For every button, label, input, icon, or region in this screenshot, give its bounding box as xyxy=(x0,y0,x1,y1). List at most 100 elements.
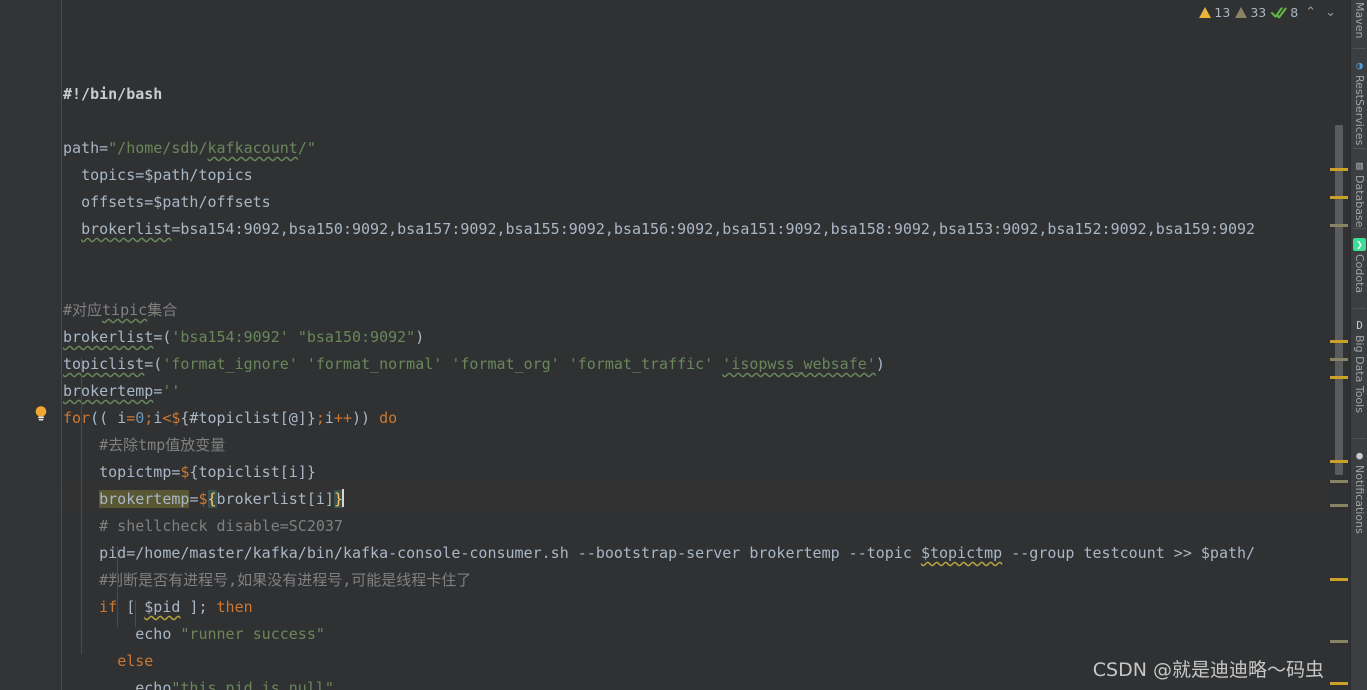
error-stripe-mark[interactable] xyxy=(1330,504,1348,507)
code-token: =( xyxy=(144,355,163,373)
error-stripe-mark[interactable] xyxy=(1330,358,1348,361)
sidebar-item-label: Notifications xyxy=(1353,465,1366,534)
code-line[interactable]: for(( i=0;i<${#topiclist[@]};i++)) do xyxy=(63,405,1350,432)
error-stripe-mark[interactable] xyxy=(1330,376,1348,379)
sidebar-item-database[interactable]: ▥ Database xyxy=(1351,158,1367,228)
sidebar-item-label: RestServices xyxy=(1353,75,1366,146)
code-token: #去除tmp值放变量 xyxy=(99,436,226,454)
code-line[interactable]: brokerlist=bsa154:9092,bsa150:9092,bsa15… xyxy=(63,216,1350,243)
right-tool-sidebar[interactable]: Maven ◑ RestServices ▥ Database ❯ Codota D Big D… xyxy=(1350,0,1367,690)
database-icon: ▥ xyxy=(1356,158,1363,172)
code-line[interactable]: topiclist=('format_ignore' 'format_norma… xyxy=(63,351,1350,378)
code-token: /" xyxy=(297,139,316,157)
sidebar-item-label: Database xyxy=(1353,175,1366,228)
error-stripe-mark[interactable] xyxy=(1330,460,1348,463)
code-line[interactable]: topictmp=${topiclist[i]} xyxy=(63,459,1350,486)
weak-warning-triangle-icon xyxy=(1235,6,1248,18)
code-token: 集合 xyxy=(147,301,178,319)
code-token: pid xyxy=(99,544,127,562)
inspection-widget[interactable]: 13 33 8 ⌃ ⌄ xyxy=(1197,0,1340,24)
code-token: $pid xyxy=(144,598,181,616)
code-line[interactable] xyxy=(63,108,1350,135)
indent-guide xyxy=(135,600,137,627)
code-line[interactable]: topics=$path/topics xyxy=(63,162,1350,189)
error-stripe-mark[interactable] xyxy=(1330,224,1348,227)
code-token: $ xyxy=(198,490,208,508)
code-token: #判断是否有进程号,如果没有进程号,可能是线程卡住了 xyxy=(99,571,472,589)
code-line[interactable]: offsets=$path/offsets xyxy=(63,189,1350,216)
ide-window: #!/bin/bash path="/home/sdb/kafkacount/" … xyxy=(0,0,1367,690)
chevron-up-icon[interactable]: ⌃ xyxy=(1303,5,1318,20)
code-line[interactable]: brokerlist=('bsa154:9092' "bsa150:9092") xyxy=(63,324,1350,351)
sidebar-item-codota[interactable]: ❯ Codota xyxy=(1351,238,1367,293)
error-stripe-column[interactable] xyxy=(1328,0,1350,690)
code-token: = xyxy=(99,139,109,157)
sidebar-item-big-data-tools[interactable]: D Big Data Tools xyxy=(1351,318,1367,413)
editor-gutter[interactable] xyxy=(0,0,62,690)
error-stripe-mark[interactable] xyxy=(1330,682,1348,685)
error-stripe-mark[interactable] xyxy=(1330,340,1348,343)
code-content[interactable]: #!/bin/bash path="/home/sdb/kafkacount/" … xyxy=(63,0,1350,690)
code-line[interactable]: if [ $pid ]; then xyxy=(63,594,1350,621)
error-stripe-mark[interactable] xyxy=(1330,578,1348,581)
sidebar-item-maven[interactable]: Maven xyxy=(1351,2,1367,38)
notifications-icon: ● xyxy=(1356,448,1363,462)
code-token: tipic xyxy=(102,301,148,319)
code-token: 'format_traffic' xyxy=(568,355,714,373)
code-token: ++ xyxy=(333,409,352,427)
code-token: then xyxy=(216,598,253,616)
code-line[interactable]: brokertemp=${brokerlist[i]} xyxy=(63,486,1350,513)
code-token: [ xyxy=(117,598,145,616)
warning-triangle-icon xyxy=(1199,6,1212,18)
code-token: echo xyxy=(135,625,172,643)
error-stripe-mark[interactable] xyxy=(1330,196,1348,199)
code-line[interactable]: pid=/home/master/kafka/bin/kafka-console… xyxy=(63,540,1350,567)
editor-scrollbar-thumb[interactable] xyxy=(1335,125,1343,475)
code-line[interactable]: echo "runner success" xyxy=(63,621,1350,648)
code-lines[interactable]: #!/bin/bash path="/home/sdb/kafkacount/" … xyxy=(63,81,1350,690)
code-line[interactable]: # shellcheck disable=SC2037 xyxy=(63,513,1350,540)
code-token: )) xyxy=(352,409,380,427)
code-line[interactable]: brokertemp='' xyxy=(63,378,1350,405)
code-token: $topictmp xyxy=(920,544,1003,562)
error-stripe-mark[interactable] xyxy=(1330,640,1348,643)
watermark-text: CSDN @就是迪迪略～码虫 xyxy=(1092,659,1324,681)
code-token: 'bsa154:9092' xyxy=(171,328,289,346)
intention-bulb-icon[interactable] xyxy=(33,405,49,423)
code-line[interactable]: #去除tmp值放变量 xyxy=(63,432,1350,459)
warning-count: 13 xyxy=(1214,4,1231,20)
code-token: #!/bin/bash xyxy=(63,85,163,103)
code-line[interactable] xyxy=(63,270,1350,297)
error-stripe-mark[interactable] xyxy=(1330,480,1348,483)
code-token: topiclist xyxy=(63,355,145,373)
code-token: = xyxy=(126,409,136,427)
indent-guide xyxy=(117,546,119,627)
sidebar-item-notifications[interactable]: ● Notifications xyxy=(1351,448,1367,534)
code-token: = xyxy=(153,382,163,400)
code-token: 'format_org' xyxy=(451,355,560,373)
code-token: 0 xyxy=(135,409,145,427)
weak-warning-indicator[interactable]: 33 xyxy=(1235,5,1266,20)
warning-indicator[interactable]: 13 xyxy=(1199,5,1230,20)
error-stripe-mark[interactable] xyxy=(1330,168,1348,171)
code-token: ; xyxy=(144,409,154,427)
code-token: "bsa150:9092" xyxy=(297,328,416,346)
code-line[interactable]: #判断是否有进程号,如果没有进程号,可能是线程卡住了 xyxy=(63,567,1350,594)
code-line[interactable] xyxy=(63,243,1350,270)
indent-guide xyxy=(81,357,83,654)
code-token: "this pid is null" xyxy=(171,679,334,690)
code-line[interactable]: #对应tipic集合 xyxy=(63,297,1350,324)
code-line[interactable]: path="/home/sdb/kafkacount/" xyxy=(63,135,1350,162)
code-token: i xyxy=(324,409,334,427)
code-token: echo xyxy=(135,679,172,690)
sidebar-item-label: Maven xyxy=(1353,2,1366,39)
editor-area[interactable]: #!/bin/bash path="/home/sdb/kafkacount/" … xyxy=(0,0,1350,690)
ok-indicator[interactable]: 8 xyxy=(1271,5,1298,20)
code-line[interactable]: #!/bin/bash xyxy=(63,81,1350,108)
chevron-down-icon[interactable]: ⌄ xyxy=(1323,5,1338,20)
sidebar-item-restservices[interactable]: ◑ RestServices xyxy=(1351,58,1367,146)
